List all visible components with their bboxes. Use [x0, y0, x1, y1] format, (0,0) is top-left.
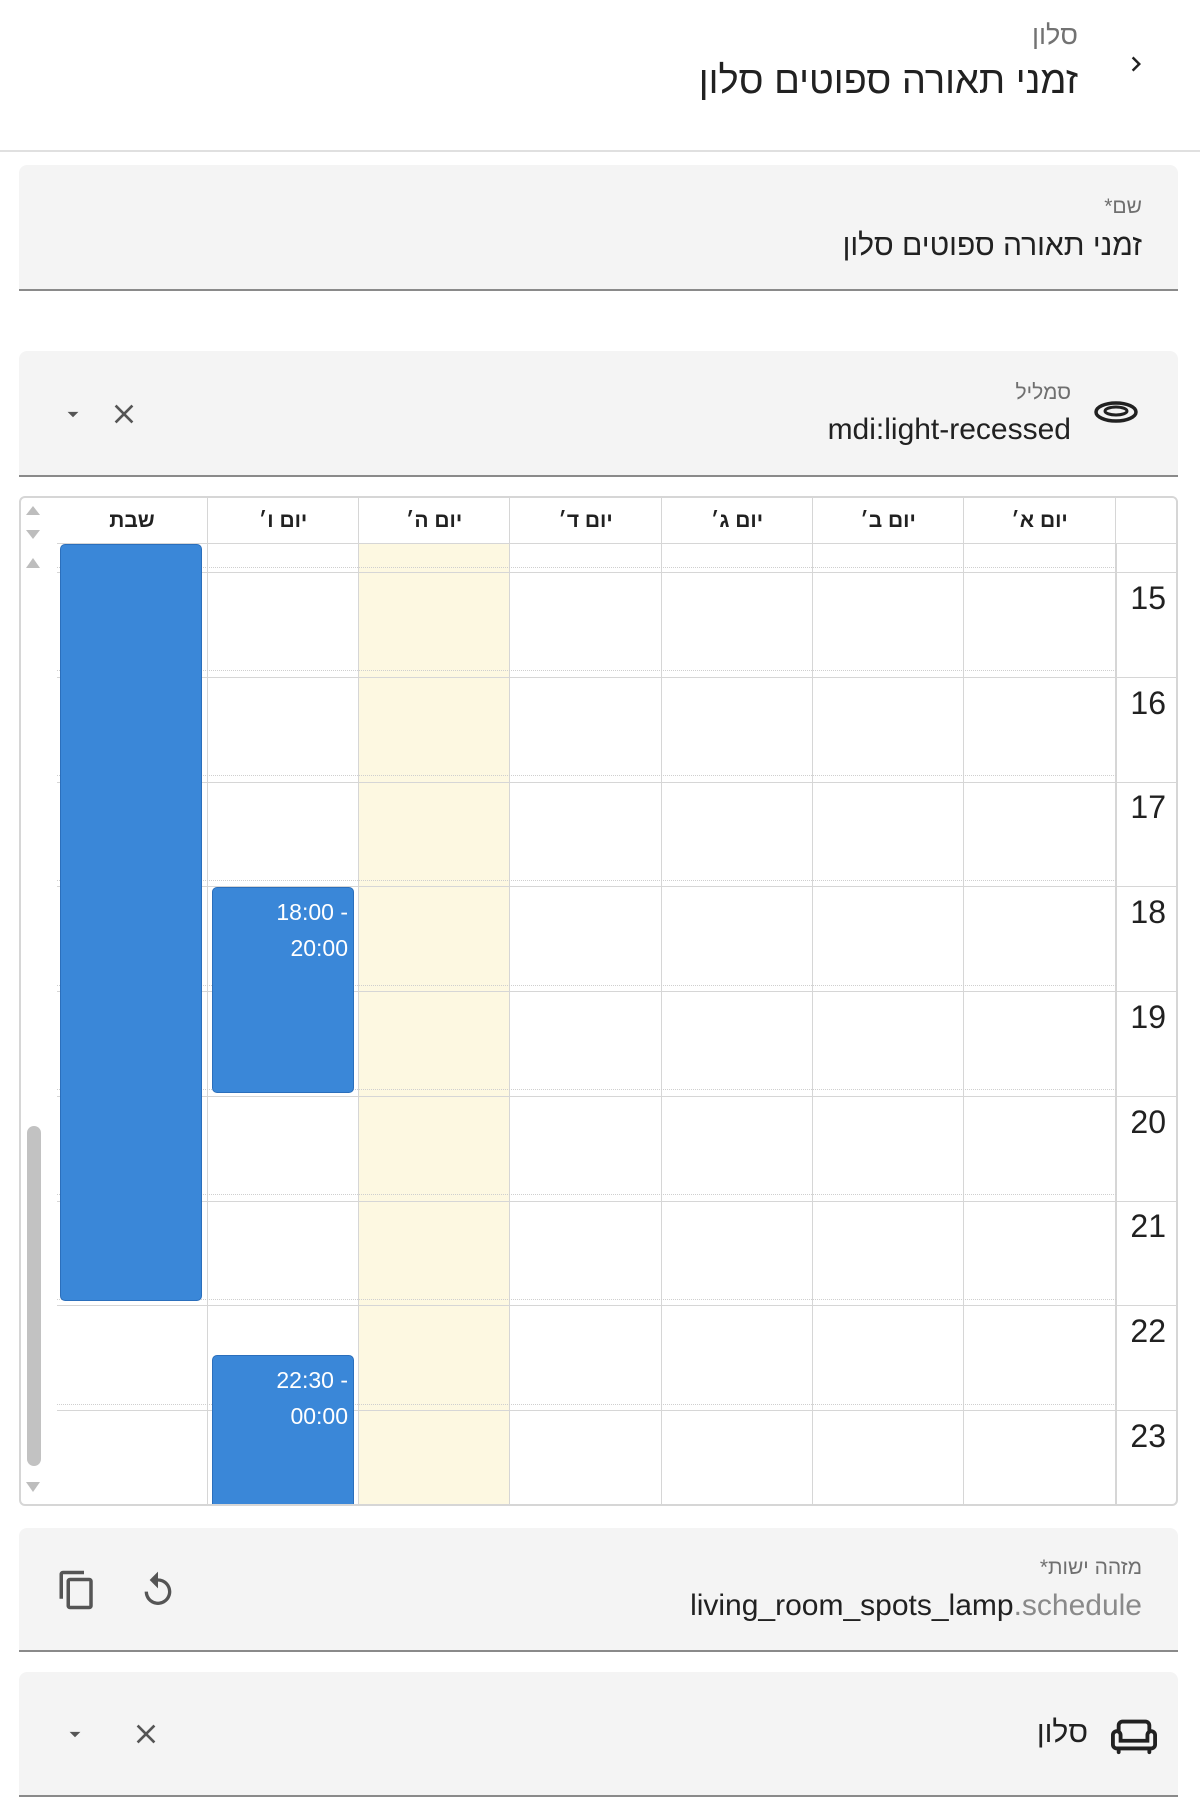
hour-gridline — [57, 1305, 1176, 1306]
hour-gridline — [57, 782, 1176, 783]
schedule-event-fri-2[interactable]: 22:30 - 00:00 — [212, 1355, 354, 1504]
area-field[interactable]: סלון — [19, 1672, 1178, 1797]
day-header-tue: יום ג׳ — [662, 498, 813, 544]
day-column-tue[interactable] — [662, 544, 813, 1504]
area-value: סלון — [1036, 1716, 1088, 1749]
entity-id-value: living_room_spots_lamp.schedule — [690, 1589, 1142, 1623]
page-header: סלון זמני תאורה ספוטים סלון — [0, 0, 1200, 152]
scheduler-scrollbar[interactable] — [21, 498, 57, 1504]
day-column-sun[interactable] — [964, 544, 1116, 1504]
hour-gridline — [57, 1201, 1176, 1202]
day-header-mon: יום ב׳ — [813, 498, 964, 544]
caret-down-icon — [67, 411, 79, 418]
clear-area-button[interactable] — [122, 1710, 170, 1758]
day-column-mon[interactable] — [813, 544, 964, 1504]
icon-field-value: mdi:light-recessed — [827, 413, 1071, 446]
icon-field[interactable]: סמליל mdi:light-recessed — [19, 351, 1178, 477]
back-button[interactable] — [1112, 40, 1160, 88]
close-icon — [136, 1724, 156, 1744]
hour-gridline — [57, 1096, 1176, 1097]
half-hour-gridline — [57, 1194, 1116, 1195]
copy-button[interactable] — [53, 1566, 101, 1614]
close-icon — [114, 404, 134, 424]
name-field-value: זמני תאורה ספוטים סלון — [842, 229, 1142, 262]
entity-id-field[interactable]: מזהה ישות* living_room_spots_lamp.schedu… — [19, 1528, 1178, 1652]
hour-label: 19 — [1130, 999, 1166, 1035]
event-time-end: 20:00 — [290, 935, 348, 961]
hour-gridline — [57, 572, 1176, 573]
hour-label: 17 — [1130, 789, 1166, 825]
icon-dropdown-button[interactable] — [49, 390, 97, 438]
day-header-thu: יום ה׳ — [359, 498, 510, 544]
half-hour-gridline — [57, 567, 1116, 568]
schedule-event-sat[interactable] — [60, 544, 202, 1301]
name-field[interactable]: שם* זמני תאורה ספוטים סלון — [19, 165, 1178, 291]
hour-label: 21 — [1130, 1208, 1166, 1244]
scroll-up-arrow-icon[interactable] — [26, 558, 40, 568]
hour-label: 22 — [1130, 1313, 1166, 1349]
caret-down-icon — [69, 1731, 81, 1738]
day-header-sun: יום א׳ — [964, 498, 1116, 544]
clear-icon-button[interactable] — [100, 390, 148, 438]
half-hour-gridline — [57, 1299, 1116, 1300]
event-time-start: 18:00 - — [276, 899, 348, 925]
name-field-label: שם* — [1104, 195, 1142, 218]
weekly-scheduler[interactable]: שבת יום ו׳ יום ה׳ יום ד׳ יום ג׳ יום ב׳ י… — [19, 496, 1178, 1506]
day-column-wed[interactable] — [510, 544, 662, 1504]
day-header-sat: שבת — [57, 498, 208, 544]
hour-label: 15 — [1130, 580, 1166, 616]
hour-label: 16 — [1130, 685, 1166, 721]
restore-button[interactable] — [134, 1566, 182, 1614]
scroll-thumb[interactable] — [27, 1126, 41, 1466]
scroll-down-arrow-icon[interactable] — [26, 530, 40, 539]
half-hour-gridline — [57, 880, 1116, 881]
event-time-start: 22:30 - — [276, 1367, 348, 1393]
half-hour-gridline — [57, 775, 1116, 776]
day-header-fri: יום ו׳ — [208, 498, 359, 544]
scroll-up-arrow-icon[interactable] — [26, 506, 40, 515]
half-hour-gridline — [57, 670, 1116, 671]
hour-label: 23 — [1130, 1418, 1166, 1454]
scroll-down-arrow-icon[interactable] — [26, 1482, 40, 1492]
hour-label: 20 — [1130, 1104, 1166, 1140]
icon-field-label: סמליל — [1015, 381, 1072, 404]
hour-axis-header — [1116, 498, 1176, 544]
hour-gridline — [57, 677, 1176, 678]
entity-id-label: מזהה ישות* — [1039, 1556, 1142, 1579]
entity-id-suffix: .schedule — [1013, 1589, 1142, 1622]
event-time-end: 00:00 — [290, 1403, 348, 1429]
day-column-thu[interactable] — [359, 544, 510, 1504]
copy-icon — [59, 1570, 93, 1610]
entity-id-main: living_room_spots_lamp — [690, 1589, 1014, 1622]
sofa-icon — [1108, 1712, 1160, 1763]
schedule-event-fri-1[interactable]: 18:00 - 20:00 — [212, 887, 354, 1093]
area-dropdown-button[interactable] — [51, 1710, 99, 1758]
day-header-wed: יום ד׳ — [510, 498, 662, 544]
hour-label: 18 — [1130, 894, 1166, 930]
chevron-right-icon — [1131, 56, 1141, 72]
scheduler-grid: שבת יום ו׳ יום ה׳ יום ד׳ יום ג׳ יום ב׳ י… — [57, 498, 1176, 1504]
light-recessed-icon — [1092, 394, 1140, 439]
restore-icon — [144, 1571, 172, 1605]
header-subtitle: סלון — [1031, 20, 1078, 50]
page-title: זמני תאורה ספוטים סלון — [698, 60, 1078, 102]
